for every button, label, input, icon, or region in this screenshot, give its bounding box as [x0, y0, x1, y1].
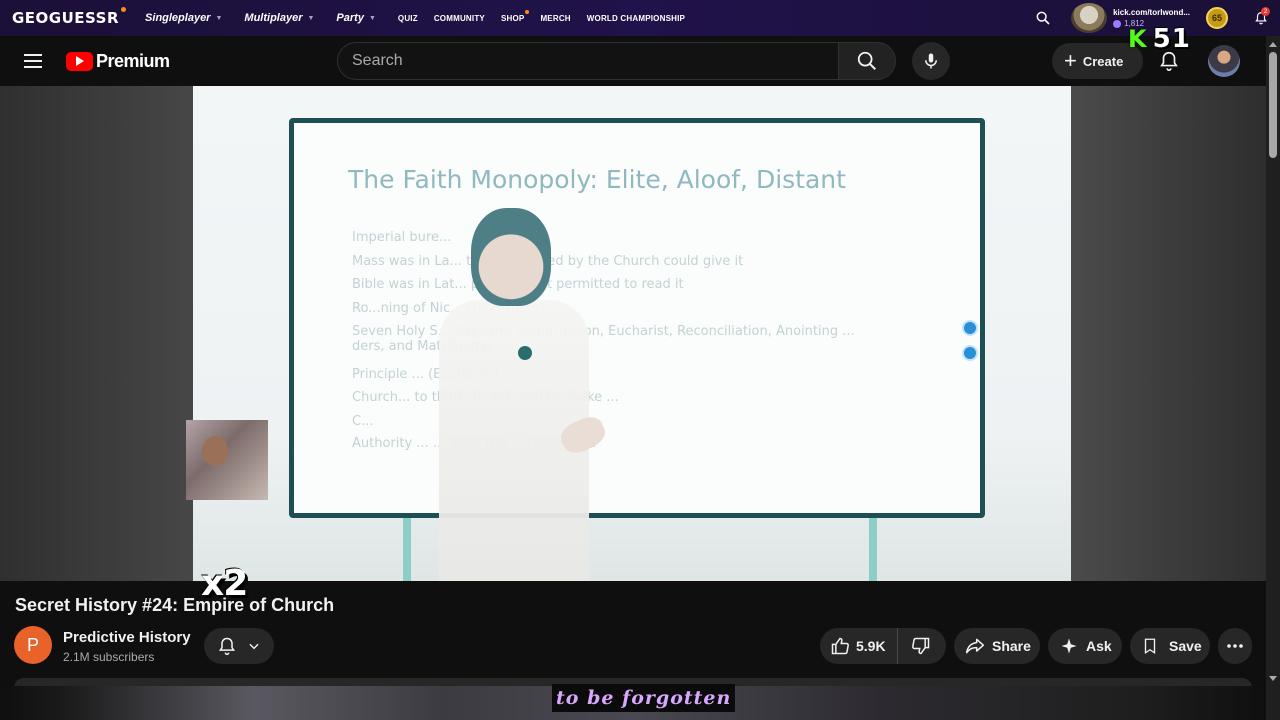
bookmark-icon: [1144, 638, 1156, 655]
scroll-down-arrow-icon[interactable]: [1269, 676, 1277, 681]
geoguessr-logo[interactable]: GEOGUESSR: [12, 7, 127, 27]
presenter: [433, 208, 633, 581]
nav-shop[interactable]: SHOP: [500, 9, 530, 23]
search-bar: Search: [337, 42, 950, 80]
nav-quiz[interactable]: QUIZ: [398, 14, 418, 23]
nav-party[interactable]: Party ▼: [336, 12, 375, 24]
subscribed-notifications-button[interactable]: [204, 628, 274, 664]
channel-name[interactable]: Predictive History: [63, 629, 191, 646]
kick-viewer-count: 51: [1152, 24, 1191, 54]
slide-nav-dot-icon: [962, 320, 978, 336]
slide-nav-dot-icon: [962, 345, 978, 361]
plus-icon: +: [1064, 48, 1077, 73]
youtube-logo-text: Premium: [96, 50, 170, 71]
search-placeholder: Search: [352, 52, 403, 69]
scrollbar-thumb[interactable]: [1269, 52, 1277, 158]
nav-singleplayer[interactable]: Singleplayer ▼: [145, 12, 222, 24]
nav-party-label: Party: [336, 12, 364, 24]
bell-icon: [218, 637, 236, 656]
nav-community[interactable]: COMMUNITY: [434, 14, 485, 23]
nav-merch[interactable]: MERCH: [540, 14, 570, 23]
ask-button[interactable]: Ask: [1048, 628, 1122, 664]
presenter-head: [471, 208, 551, 306]
board-stand-leg: [403, 518, 411, 581]
nav-singleplayer-label: Singleplayer: [145, 12, 211, 24]
subscriber-count: 2.1M subscribers: [63, 650, 155, 664]
search-button[interactable]: [838, 42, 896, 80]
channel-avatar[interactable]: P: [14, 626, 52, 664]
hamburger-menu-icon[interactable]: [24, 54, 42, 68]
share-button[interactable]: Share: [954, 628, 1040, 664]
nav-multiplayer[interactable]: Multiplayer ▼: [244, 12, 314, 24]
geoguessr-nav: Singleplayer ▼ Multiplayer ▼ Party ▼ QUIZ C…: [145, 9, 701, 24]
chevron-down-icon: ▼: [368, 14, 376, 22]
board-stand-leg: [869, 518, 877, 581]
subtitle-caption: to be forgotten: [552, 684, 736, 712]
youtube-header: Premium Search + Create: [0, 36, 1266, 86]
ask-label: Ask: [1086, 638, 1112, 654]
youtube-premium-logo[interactable]: Premium: [66, 51, 170, 72]
search-icon: [857, 51, 876, 70]
youtube-play-icon: [66, 51, 93, 71]
create-label: Create: [1082, 53, 1124, 69]
save-button[interactable]: Save: [1130, 628, 1210, 664]
like-button[interactable]: 5.9K: [820, 628, 898, 664]
like-dislike-group: 5.9K: [820, 628, 946, 664]
logo-notification-dot: [121, 7, 127, 12]
slide-bullet: C...: [352, 414, 374, 429]
video-frame: The Faith Monopoly: Elite, Aloof, Distan…: [193, 86, 1071, 581]
webcam-face: [202, 436, 228, 466]
chevron-down-icon: ▼: [307, 14, 315, 22]
search-icon[interactable]: [1035, 10, 1051, 26]
video-title: Secret History #24: Empire of Church: [15, 595, 335, 615]
share-arrow-icon: [965, 638, 985, 654]
geoguessr-avatar[interactable]: [1071, 3, 1108, 33]
nav-multiplayer-label: Multiplayer: [244, 12, 303, 24]
share-label: Share: [992, 638, 1031, 654]
coin-icon: [1113, 19, 1122, 28]
save-label: Save: [1169, 638, 1202, 654]
slide-title: The Faith Monopoly: Elite, Aloof, Distan…: [348, 165, 846, 194]
sparkle-icon: [1061, 638, 1077, 654]
chevron-down-icon: ▼: [215, 14, 223, 22]
streamer-webcam: [186, 420, 268, 500]
video-ambient-left: [0, 86, 193, 581]
shop-notification-dot: [525, 9, 530, 14]
page-scrollbar[interactable]: [1266, 36, 1280, 720]
nav-shop-label: SHOP: [500, 13, 525, 23]
notification-count-badge: 2: [1261, 7, 1270, 16]
more-dots-icon: [1227, 644, 1243, 648]
dislike-button[interactable]: [898, 628, 944, 664]
geoguessr-username: kick.com/torlwond...: [1113, 8, 1190, 17]
kick-viewer-overlay: K 51: [1128, 24, 1191, 54]
voice-search-button[interactable]: [912, 42, 950, 80]
geoguessr-logo-text: GEOGUESSR: [12, 9, 120, 27]
chevron-down-icon: [249, 643, 259, 650]
thumbs-up-icon: [831, 637, 849, 655]
nav-world-championship[interactable]: WORLD CHAMPIONSHIP: [587, 14, 685, 23]
lapel-mic: [518, 346, 532, 360]
video-player[interactable]: The Faith Monopoly: Elite, Aloof, Distan…: [0, 86, 1266, 581]
kick-logo-icon: K: [1128, 25, 1147, 53]
level-badge[interactable]: 65: [1206, 7, 1228, 29]
search-input[interactable]: Search: [337, 42, 838, 80]
account-avatar[interactable]: [1208, 45, 1240, 77]
scroll-up-arrow-icon[interactable]: [1269, 42, 1277, 47]
more-actions-button[interactable]: [1218, 628, 1252, 664]
thumbs-down-icon: [912, 637, 930, 655]
geoguessr-top-bar: GEOGUESSR Singleplayer ▼ Multiplayer ▼ Par…: [0, 0, 1280, 36]
like-count: 5.9K: [856, 638, 886, 654]
presentation-screen: The Faith Monopoly: Elite, Aloof, Distan…: [289, 118, 985, 518]
microphone-icon: [925, 53, 937, 69]
video-ambient-right: [1071, 86, 1266, 581]
